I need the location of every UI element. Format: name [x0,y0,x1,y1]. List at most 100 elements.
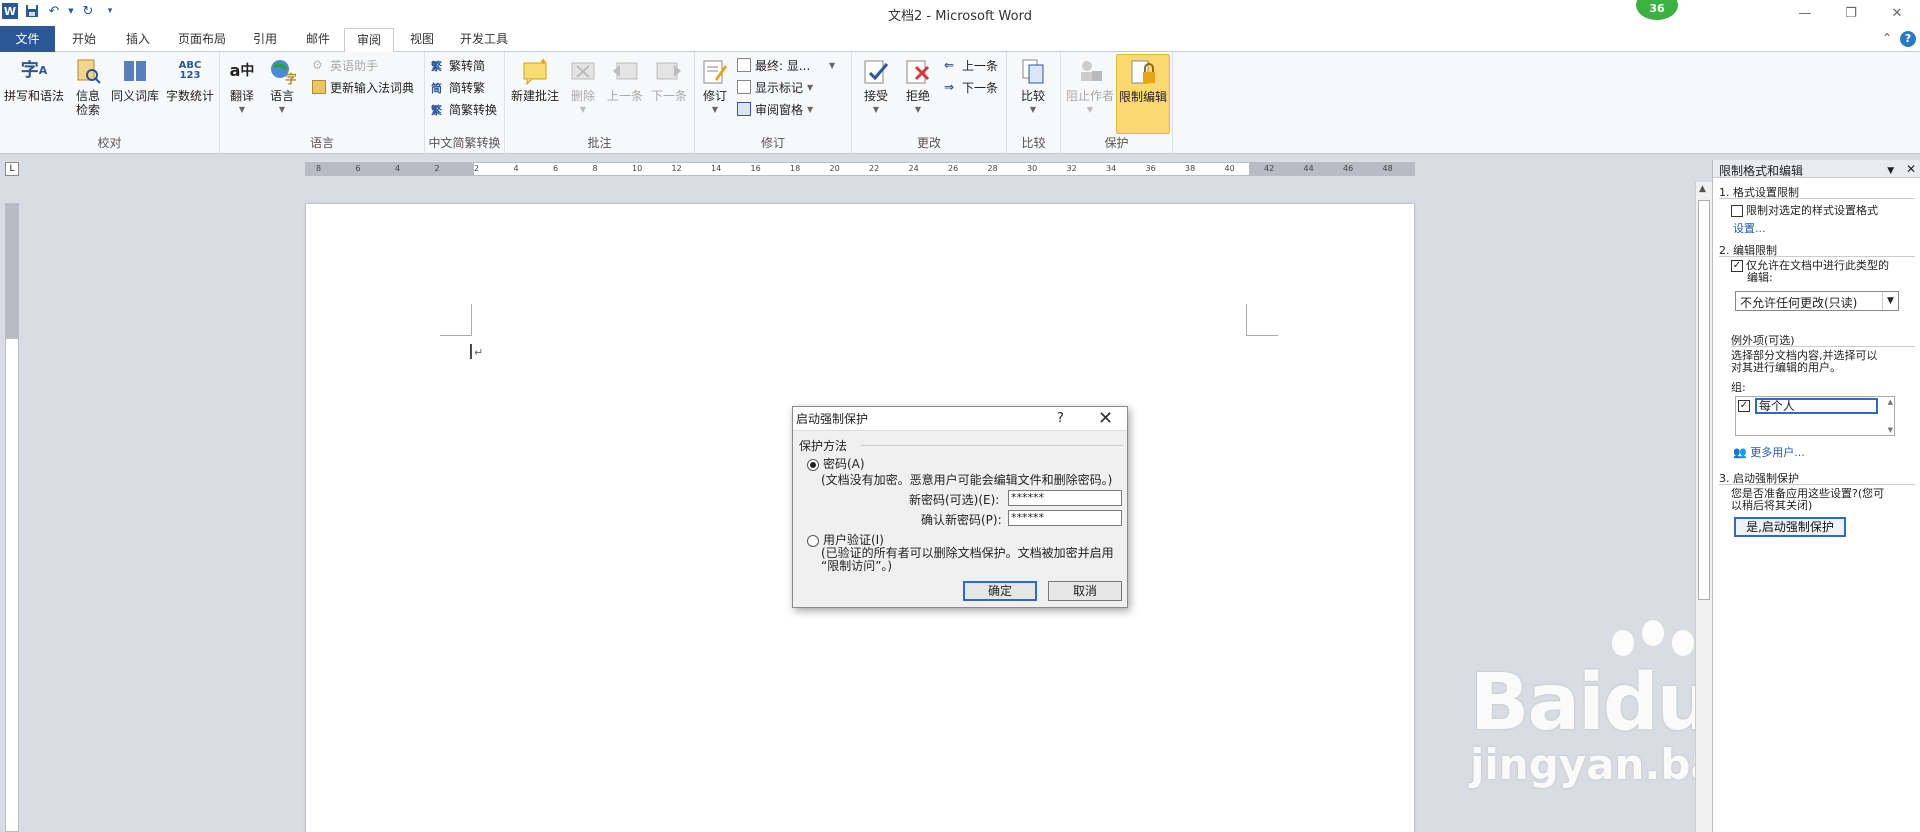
ok-button[interactable]: 确定 [963,581,1037,601]
compare-button[interactable]: 比较 ▼ [1015,56,1051,117]
word-count-label: 字数统计 [165,89,214,103]
minimize-icon[interactable]: — [1782,0,1828,26]
vertical-ruler[interactable] [5,203,19,832]
group-item-everyone[interactable]: ✓ 每个人 [1738,398,1878,414]
simp-to-trad-button[interactable]: 简 简转繁 [431,78,485,96]
research-button[interactable]: 信息 检索 [70,56,106,117]
close-icon[interactable]: ✕ [1874,0,1920,26]
chinese-convert-icon: 繁 [431,104,442,117]
prev-change-button[interactable]: ⇐ 上一条 [944,56,998,74]
accept-button[interactable]: 接受 ▼ [858,56,894,117]
restrict-editing-button[interactable]: 限制编辑 [1116,54,1170,134]
user-auth-radio[interactable] [807,534,819,547]
restore-icon[interactable]: ❐ [1828,0,1874,26]
prev-comment-icon [610,56,640,86]
groups-scroll-down-icon[interactable]: ▼ [1888,426,1893,434]
password-option-label: 密码(A) [823,457,865,471]
word-count-icon: ABC 123 [178,60,202,81]
display-for-review-select[interactable]: 最终: 显... ▼ [737,56,835,74]
format-restrict-row[interactable]: 限制对选定的样式设置格式 [1731,202,1878,218]
format-settings-link[interactable]: 设置... [1733,220,1766,236]
compare-icon [1018,56,1048,86]
trad-to-simp-label: 繁转简 [449,58,486,73]
ruler-number: 20 [829,164,840,173]
cancel-button[interactable]: 取消 [1048,581,1122,601]
user-auth-note-1: (已验证的所有者可以删除文档保护。文档被加密并启用 [821,546,1114,560]
tab-mailings[interactable]: 邮件 [296,28,340,52]
update-ime-label: 更新输入法词典 [330,80,415,95]
ruler-number: 34 [1106,164,1117,173]
scroll-up-icon[interactable]: ▲ [1699,184,1706,194]
delete-comment-button[interactable]: 删除 ▼ [565,56,601,117]
group-language: a中 翻译 ▼ 字 语言 ▼ ⚙ 英语助手 更新输入法词典 语言 [220,52,425,154]
next-change-button[interactable]: ⇒ 下一条 [944,78,998,96]
new-comment-button[interactable]: ✦ 新建批注 [509,56,561,103]
user-auth-note-2: “限制访问”。) [821,559,893,573]
format-restrict-checkbox[interactable] [1731,205,1743,217]
tab-view[interactable]: 视图 [400,28,444,52]
group-compare-label: 比较 [1021,136,1046,150]
show-markup-button[interactable]: 显示标记 ▼ [737,78,813,96]
trad-to-simp-button[interactable]: 繁 繁转简 [431,56,485,74]
vertical-scrollbar[interactable]: ▲ [1695,182,1712,832]
ruler-number: 2 [474,164,480,173]
chinese-convert-button[interactable]: 繁 简繁转换 [431,100,497,118]
password-note: (文档没有加密。恶意用户可能会编辑文件和删除密码。) [821,473,1113,487]
spelling-grammar-button[interactable]: 字A 拼写和语法 [4,56,64,104]
dialog-help-icon[interactable]: ? [1057,411,1064,426]
password-radio-row[interactable]: 密码(A) [807,455,865,472]
ruler-number: 6 [553,164,559,173]
language-label: 语言 [269,89,294,103]
edit-type-dropdown-icon[interactable]: ▼ [1882,292,1898,310]
user-auth-option-label: 用户验证(I) [823,533,884,547]
confirm-password-input[interactable]: ****** [1008,510,1122,526]
tab-insert[interactable]: 插入 [116,28,160,52]
reject-icon [903,56,933,86]
tab-file[interactable]: 文件 [0,26,55,52]
window-title: 文档2 - Microsoft Word [888,9,1032,24]
group-tracking-label: 修订 [760,136,785,150]
edit-restrict-row[interactable]: ✓ 仅允许在文档中进行此类型的 编辑: [1731,260,1889,284]
exceptions-divider [1731,346,1915,347]
block-authors-button[interactable]: 阻止作者 ▼ [1065,56,1115,117]
pane-close-icon[interactable]: ✕ [1906,162,1916,176]
ruler-left-margin [306,163,474,175]
update-ime-button[interactable]: 更新输入法词典 [312,78,414,96]
review-pane-button[interactable]: 审阅窗格 ▼ [737,100,813,118]
tab-review[interactable]: 审阅 [344,28,394,53]
title-bar: W ↶ ▼ ↻ ▾ 文档2 - Microsoft Word 36 — ❐ ✕ [0,0,1920,26]
track-changes-button[interactable]: 修订 ▼ [699,56,731,117]
compare-dropdown-icon: ▼ [1029,105,1037,114]
next-comment-button[interactable]: 下一条 [649,56,689,103]
help-icon[interactable]: ? [1900,31,1916,47]
group-comments-label: 批注 [587,136,612,150]
start-enforcing-dialog: 启动强制保护 ? ✕ 保护方法 密码(A) (文档没有加密。恶意用户可能会编辑文… [792,406,1128,608]
exceptions-desc-2: 对其进行编辑的用户。 [1731,361,1841,374]
tab-selector[interactable]: L [5,162,19,176]
tab-developer[interactable]: 开发工具 [452,28,516,52]
prev-comment-button[interactable]: 上一条 [605,56,645,103]
translate-button[interactable]: a中 翻译 ▼ [224,56,260,117]
thesaurus-button[interactable]: 同义词库 [110,56,160,103]
tab-page-layout[interactable]: 页面布局 [170,28,234,52]
english-assistant-button[interactable]: ⚙ 英语助手 [312,56,378,74]
start-enforcing-button[interactable]: 是,启动强制保护 [1734,517,1846,537]
word-count-button[interactable]: ABC 123 字数统计 [163,56,217,104]
reject-button[interactable]: 拒绝 ▼ [900,56,936,117]
tab-home[interactable]: 开始 [62,28,106,52]
dialog-close-icon[interactable]: ✕ [1098,408,1113,429]
scrollbar-thumb[interactable] [1698,200,1710,600]
horizontal-ruler[interactable]: 8 6 4 2 2 4 6 8 10 12 14 16 18 20 22 24 26 28 30 32 34 36 38 40… [305,162,1415,176]
edit-type-select[interactable]: 不允许任何更改(只读) ▼ [1735,291,1899,311]
everyone-checkbox[interactable]: ✓ [1738,400,1750,412]
password-radio[interactable] [807,458,819,471]
new-password-input[interactable]: ****** [1008,490,1122,506]
more-users-row[interactable]: 👥 更多用户... [1733,444,1805,460]
more-users-link[interactable]: 更多用户... [1750,446,1805,459]
minimize-ribbon-icon[interactable]: ⌃ [1882,31,1892,47]
tab-references[interactable]: 引用 [243,28,287,52]
language-button[interactable]: 字 语言 ▼ [264,56,300,117]
pane-menu-icon[interactable]: ▼ [1887,166,1894,176]
ruler-number: 32 [1066,164,1077,173]
groups-scroll-up-icon[interactable]: ▲ [1888,398,1893,406]
